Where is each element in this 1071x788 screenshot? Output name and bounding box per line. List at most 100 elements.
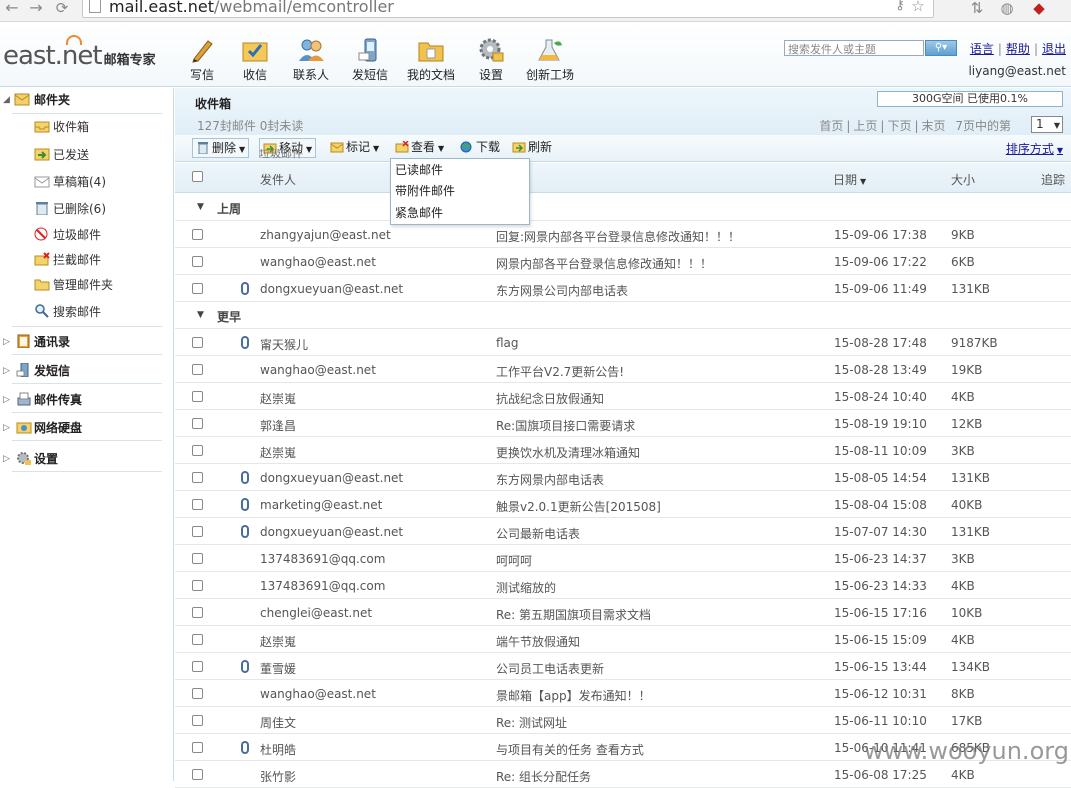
row-subject[interactable]: 与项目有关的任务 查看方式 — [496, 741, 644, 758]
row-checkbox[interactable] — [192, 742, 203, 753]
menu-item-read[interactable]: 已读邮件 — [395, 160, 443, 180]
language-link[interactable]: 语言 — [970, 42, 994, 56]
row-checkbox[interactable] — [192, 364, 203, 375]
table-row[interactable]: zhangyajun@east.net 回复:网景内部各平台登录信息修改通知！！！… — [175, 221, 1071, 248]
column-track[interactable]: 追踪 — [1041, 171, 1065, 188]
contacts-button[interactable]: 联系人 — [293, 37, 329, 83]
table-row[interactable]: chenglei@east.net Re: 第五期国旗项目需求文档 15-06-15… — [175, 599, 1071, 626]
next-page-link[interactable]: 下页 — [887, 119, 911, 133]
table-row[interactable]: dongxueyuan@east.net 公司最新电话表 15-07-07 14:3… — [175, 518, 1071, 545]
menu-item-urgent[interactable]: 紧急邮件 — [395, 203, 443, 223]
delete-button[interactable]: 删除 ▼ — [192, 138, 250, 158]
table-row[interactable]: 甯天猴儿 flag 15-08-28 17:48 9187KB — [175, 329, 1071, 356]
sms-button[interactable]: 发短信 — [352, 37, 388, 83]
search-input[interactable]: 搜索发件人或主题 — [784, 40, 924, 56]
download-button[interactable]: 下载 — [457, 138, 503, 158]
row-checkbox[interactable] — [192, 580, 203, 591]
table-row[interactable]: wanghao@east.net 工作平台V2.7更新公告! 15-08-28 13… — [175, 356, 1071, 383]
table-row[interactable]: wanghao@east.net 景邮箱【app】发布通知！！ 15-06-12 1… — [175, 680, 1071, 707]
help-link[interactable]: 帮助 — [1006, 42, 1030, 56]
row-subject[interactable]: 测试缩放的 — [496, 579, 556, 596]
address-bar[interactable]: mail.east.net/webmail/emcontroller ☆ ⚷ — [82, 0, 934, 18]
row-subject[interactable]: Re: 第五期国旗项目需求文档 — [496, 606, 651, 623]
row-checkbox[interactable] — [192, 256, 203, 267]
row-checkbox[interactable] — [192, 661, 203, 672]
my-docs-button[interactable]: 我的文档 — [407, 37, 455, 83]
page-select[interactable]: 1 — [1031, 116, 1063, 133]
globe-icon[interactable]: ◍ — [998, 0, 1016, 18]
innovation-button[interactable]: 创新工场 — [526, 37, 574, 83]
table-row[interactable]: 董雪媛 公司员工电话表更新 15-06-15 13:44 134KB — [175, 653, 1071, 680]
row-checkbox[interactable] — [192, 499, 203, 510]
row-subject[interactable]: flag — [496, 336, 519, 350]
row-checkbox[interactable] — [192, 769, 203, 780]
prev-page-link[interactable]: 上页 — [853, 119, 877, 133]
row-subject[interactable]: 东方网景公司内部电话表 — [496, 282, 628, 299]
extension-icon[interactable]: ⇅ — [968, 0, 986, 18]
last-page-link[interactable]: 末页 — [922, 119, 946, 133]
row-subject[interactable]: 回复:网景内部各平台登录信息修改通知！！！ — [496, 228, 740, 245]
row-subject[interactable]: 公司员工电话表更新 — [496, 660, 604, 677]
sort-by-button[interactable]: 排序方式 ▼ — [1006, 140, 1063, 157]
column-size[interactable]: 大小 — [951, 171, 975, 188]
table-row[interactable]: 赵崇嵬 抗战纪念日放假通知 15-08-24 10:40 4KB — [175, 383, 1071, 410]
row-subject[interactable]: 触景v2.0.1更新公告[201508] — [496, 498, 661, 515]
first-page-link[interactable]: 首页 — [819, 119, 843, 133]
table-row[interactable]: wanghao@east.net 网景内部各平台登录信息修改通知！！！ 15-09-… — [175, 248, 1071, 275]
reload-icon[interactable]: ⟳ — [52, 0, 72, 18]
row-checkbox[interactable] — [192, 337, 203, 348]
row-subject[interactable]: 抗战纪念日放假通知 — [496, 390, 604, 407]
row-subject[interactable]: 端午节放假通知 — [496, 633, 580, 650]
table-row[interactable]: 137483691@qq.com 呵呵呵 15-06-23 14:37 3KB — [175, 545, 1071, 572]
row-subject[interactable]: Re:国旗项目接口需要请求 — [496, 417, 635, 434]
row-checkbox[interactable] — [192, 472, 203, 483]
receive-button[interactable]: 收信 — [241, 37, 269, 83]
refresh-button[interactable]: 刷新 — [509, 138, 555, 158]
row-checkbox[interactable] — [192, 445, 203, 456]
back-arrow-icon[interactable]: ← — [2, 0, 22, 18]
compose-button[interactable]: 写信 — [188, 37, 216, 83]
row-checkbox[interactable] — [192, 688, 203, 699]
row-subject[interactable]: Re: 测试网址 — [496, 714, 567, 731]
row-checkbox[interactable] — [192, 607, 203, 618]
row-subject[interactable]: 景邮箱【app】发布通知！！ — [496, 687, 651, 704]
column-sender[interactable]: 发件人 — [260, 171, 296, 188]
select-all-checkbox[interactable] — [192, 171, 203, 182]
row-checkbox[interactable] — [192, 526, 203, 537]
forward-arrow-icon[interactable]: → — [26, 0, 46, 18]
view-button[interactable]: 查看 ▼ — [392, 138, 447, 158]
row-checkbox[interactable] — [192, 229, 203, 240]
search-button[interactable]: ⚲▾ — [925, 40, 957, 56]
row-subject[interactable]: 网景内部各平台登录信息修改通知！！！ — [496, 255, 712, 272]
table-row[interactable]: 张竹影 Re: 组长分配任务 15-06-08 17:25 4KB — [175, 761, 1071, 788]
row-checkbox[interactable] — [192, 283, 203, 294]
row-subject[interactable]: 更换饮水机及清理冰箱通知 — [496, 444, 640, 461]
row-subject[interactable]: 呵呵呵 — [496, 552, 532, 569]
table-row[interactable]: marketing@east.net 触景v2.0.1更新公告[201508] 15… — [175, 491, 1071, 518]
row-subject[interactable]: 工作平台V2.7更新公告! — [496, 363, 624, 380]
row-checkbox[interactable] — [192, 715, 203, 726]
menu-item-with-attachment[interactable]: 带附件邮件 — [395, 181, 455, 201]
star-icon[interactable]: ☆ — [909, 0, 927, 16]
table-row[interactable]: dongxueyuan@east.net 东方网景公司内部电话表 15-09-06 … — [175, 275, 1071, 302]
logout-link[interactable]: 退出 — [1042, 42, 1066, 56]
settings-button[interactable]: 设置 — [477, 37, 505, 83]
row-subject[interactable]: 公司最新电话表 — [496, 525, 580, 542]
table-row[interactable]: 137483691@qq.com 测试缩放的 15-06-23 14:33 4KB — [175, 572, 1071, 599]
row-checkbox[interactable] — [192, 418, 203, 429]
table-row[interactable]: 赵崇嵬 更换饮水机及清理冰箱通知 15-08-11 10:09 3KB — [175, 437, 1071, 464]
row-checkbox[interactable] — [192, 391, 203, 402]
row-subject[interactable]: 东方网景内部电话表 — [496, 471, 604, 488]
row-checkbox[interactable] — [192, 634, 203, 645]
lastpass-icon[interactable]: ◆ — [1030, 0, 1048, 18]
date-group-header[interactable]: ▼ 更早 — [175, 302, 1071, 329]
table-row[interactable]: dongxueyuan@east.net 东方网景内部电话表 15-08-05 14… — [175, 464, 1071, 491]
table-row[interactable]: 赵崇嵬 端午节放假通知 15-06-15 15:09 4KB — [175, 626, 1071, 653]
row-subject[interactable]: Re: 组长分配任务 — [496, 768, 591, 785]
column-date[interactable]: 日期 ▼ — [833, 171, 866, 188]
key-icon[interactable]: ⚷ — [891, 0, 909, 16]
row-checkbox[interactable] — [192, 553, 203, 564]
date-group-header[interactable]: ▼ 上周 — [175, 194, 1071, 221]
table-row[interactable]: 郭逢昌 Re:国旗项目接口需要请求 15-08-19 19:10 12KB — [175, 410, 1071, 437]
table-row[interactable]: 周佳文 Re: 测试网址 15-06-11 10:10 17KB — [175, 707, 1071, 734]
